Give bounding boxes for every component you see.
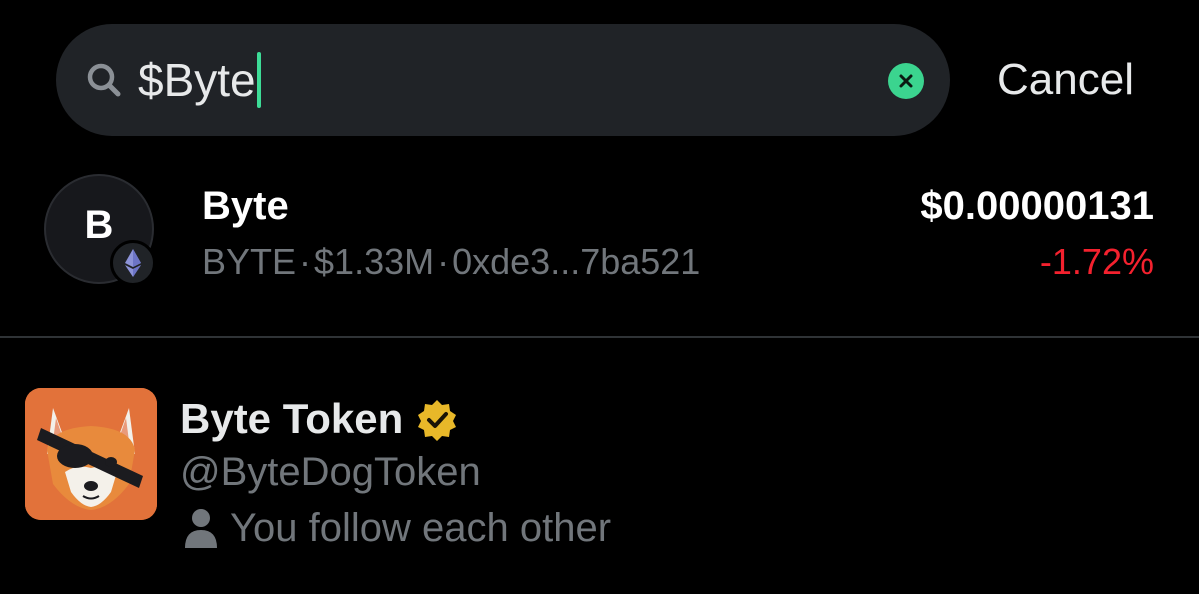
token-meta: BYTE·$1.33M·0xde3...7ba521	[202, 240, 700, 284]
search-icon	[86, 62, 122, 98]
meta-separator: ·	[299, 241, 312, 282]
search-input[interactable]: $Byte	[138, 51, 261, 109]
token-price: $0.00000131	[920, 184, 1154, 228]
token-name: Byte	[202, 184, 289, 228]
search-bar[interactable]: $Byte	[56, 24, 950, 136]
text-caret	[256, 52, 261, 108]
token-result-row[interactable]: B Byte BYTE·$1.33M·0xde3...7ba521 $0.000…	[0, 168, 1199, 336]
close-icon	[899, 74, 913, 88]
token-symbol: BYTE	[202, 241, 297, 282]
meta-separator: ·	[437, 241, 450, 282]
follow-status: You follow each other	[184, 504, 611, 552]
cancel-button[interactable]: Cancel	[997, 54, 1134, 106]
account-result-row[interactable]: Byte Token @ByteDogToken You follow each…	[0, 338, 1199, 594]
account-handle: @ByteDogToken	[180, 450, 481, 494]
search-query: $Byte	[138, 54, 256, 106]
follow-status-text: You follow each other	[230, 506, 612, 550]
ethereum-icon	[110, 240, 156, 286]
person-icon	[184, 508, 218, 548]
clear-search-button[interactable]	[888, 63, 924, 99]
account-name: Byte Token	[180, 394, 459, 444]
gold-verified-badge-icon	[415, 398, 459, 442]
token-address: 0xde3...7ba521	[452, 241, 701, 282]
token-price-change: -1.72%	[1039, 241, 1154, 282]
account-name-text: Byte Token	[180, 395, 404, 442]
token-market-cap: $1.33M	[314, 241, 435, 282]
fox-with-eyepatch-avatar[interactable]	[25, 388, 157, 520]
